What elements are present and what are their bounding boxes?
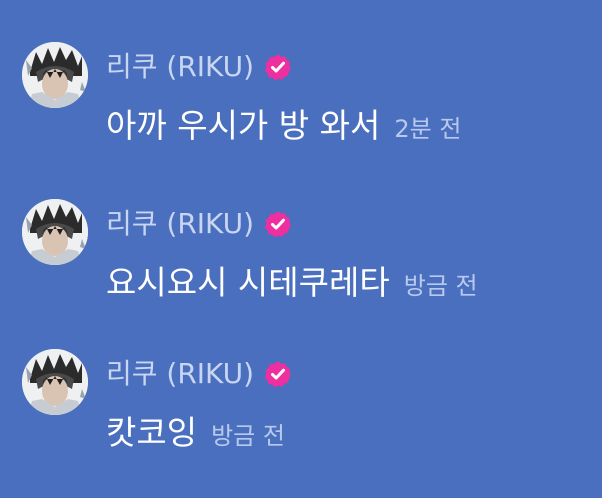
message-text: 캇코잉 bbox=[106, 413, 198, 452]
message-time: 2분 전 bbox=[394, 115, 462, 143]
sender-name[interactable]: 리쿠 (RIKU) bbox=[106, 357, 254, 391]
sender-row: 리쿠 (RIKU) bbox=[106, 207, 292, 241]
message-time: 방금 전 bbox=[211, 422, 285, 450]
chat-message: 리쿠 (RIKU) 캇코잉 방금 전 bbox=[0, 345, 602, 495]
avatar[interactable] bbox=[22, 42, 88, 108]
message-time: 방금 전 bbox=[403, 272, 478, 300]
avatar[interactable] bbox=[22, 199, 88, 265]
message-row: 캇코잉 방금 전 bbox=[106, 411, 285, 455]
verified-badge-icon bbox=[264, 211, 292, 238]
chat-message: 리쿠 (RIKU) 요시요시 시테쿠레타 방금 전 bbox=[0, 195, 602, 345]
verified-badge-icon bbox=[264, 361, 292, 388]
message-row: 요시요시 시테쿠레타 방금 전 bbox=[106, 261, 478, 305]
message-text: 아까 우시가 방 와서 bbox=[106, 106, 381, 145]
verified-badge-icon bbox=[264, 54, 292, 81]
sender-row: 리쿠 (RIKU) bbox=[106, 357, 292, 391]
sender-name[interactable]: 리쿠 (RIKU) bbox=[106, 50, 254, 84]
message-text: 요시요시 시테쿠레타 bbox=[106, 263, 390, 302]
sender-name[interactable]: 리쿠 (RIKU) bbox=[106, 207, 254, 241]
sender-row: 리쿠 (RIKU) bbox=[106, 50, 292, 84]
avatar[interactable] bbox=[22, 349, 88, 415]
chat-message: 리쿠 (RIKU) 아까 우시가 방 와서 2분 전 bbox=[0, 38, 602, 188]
message-row: 아까 우시가 방 와서 2분 전 bbox=[106, 104, 461, 148]
